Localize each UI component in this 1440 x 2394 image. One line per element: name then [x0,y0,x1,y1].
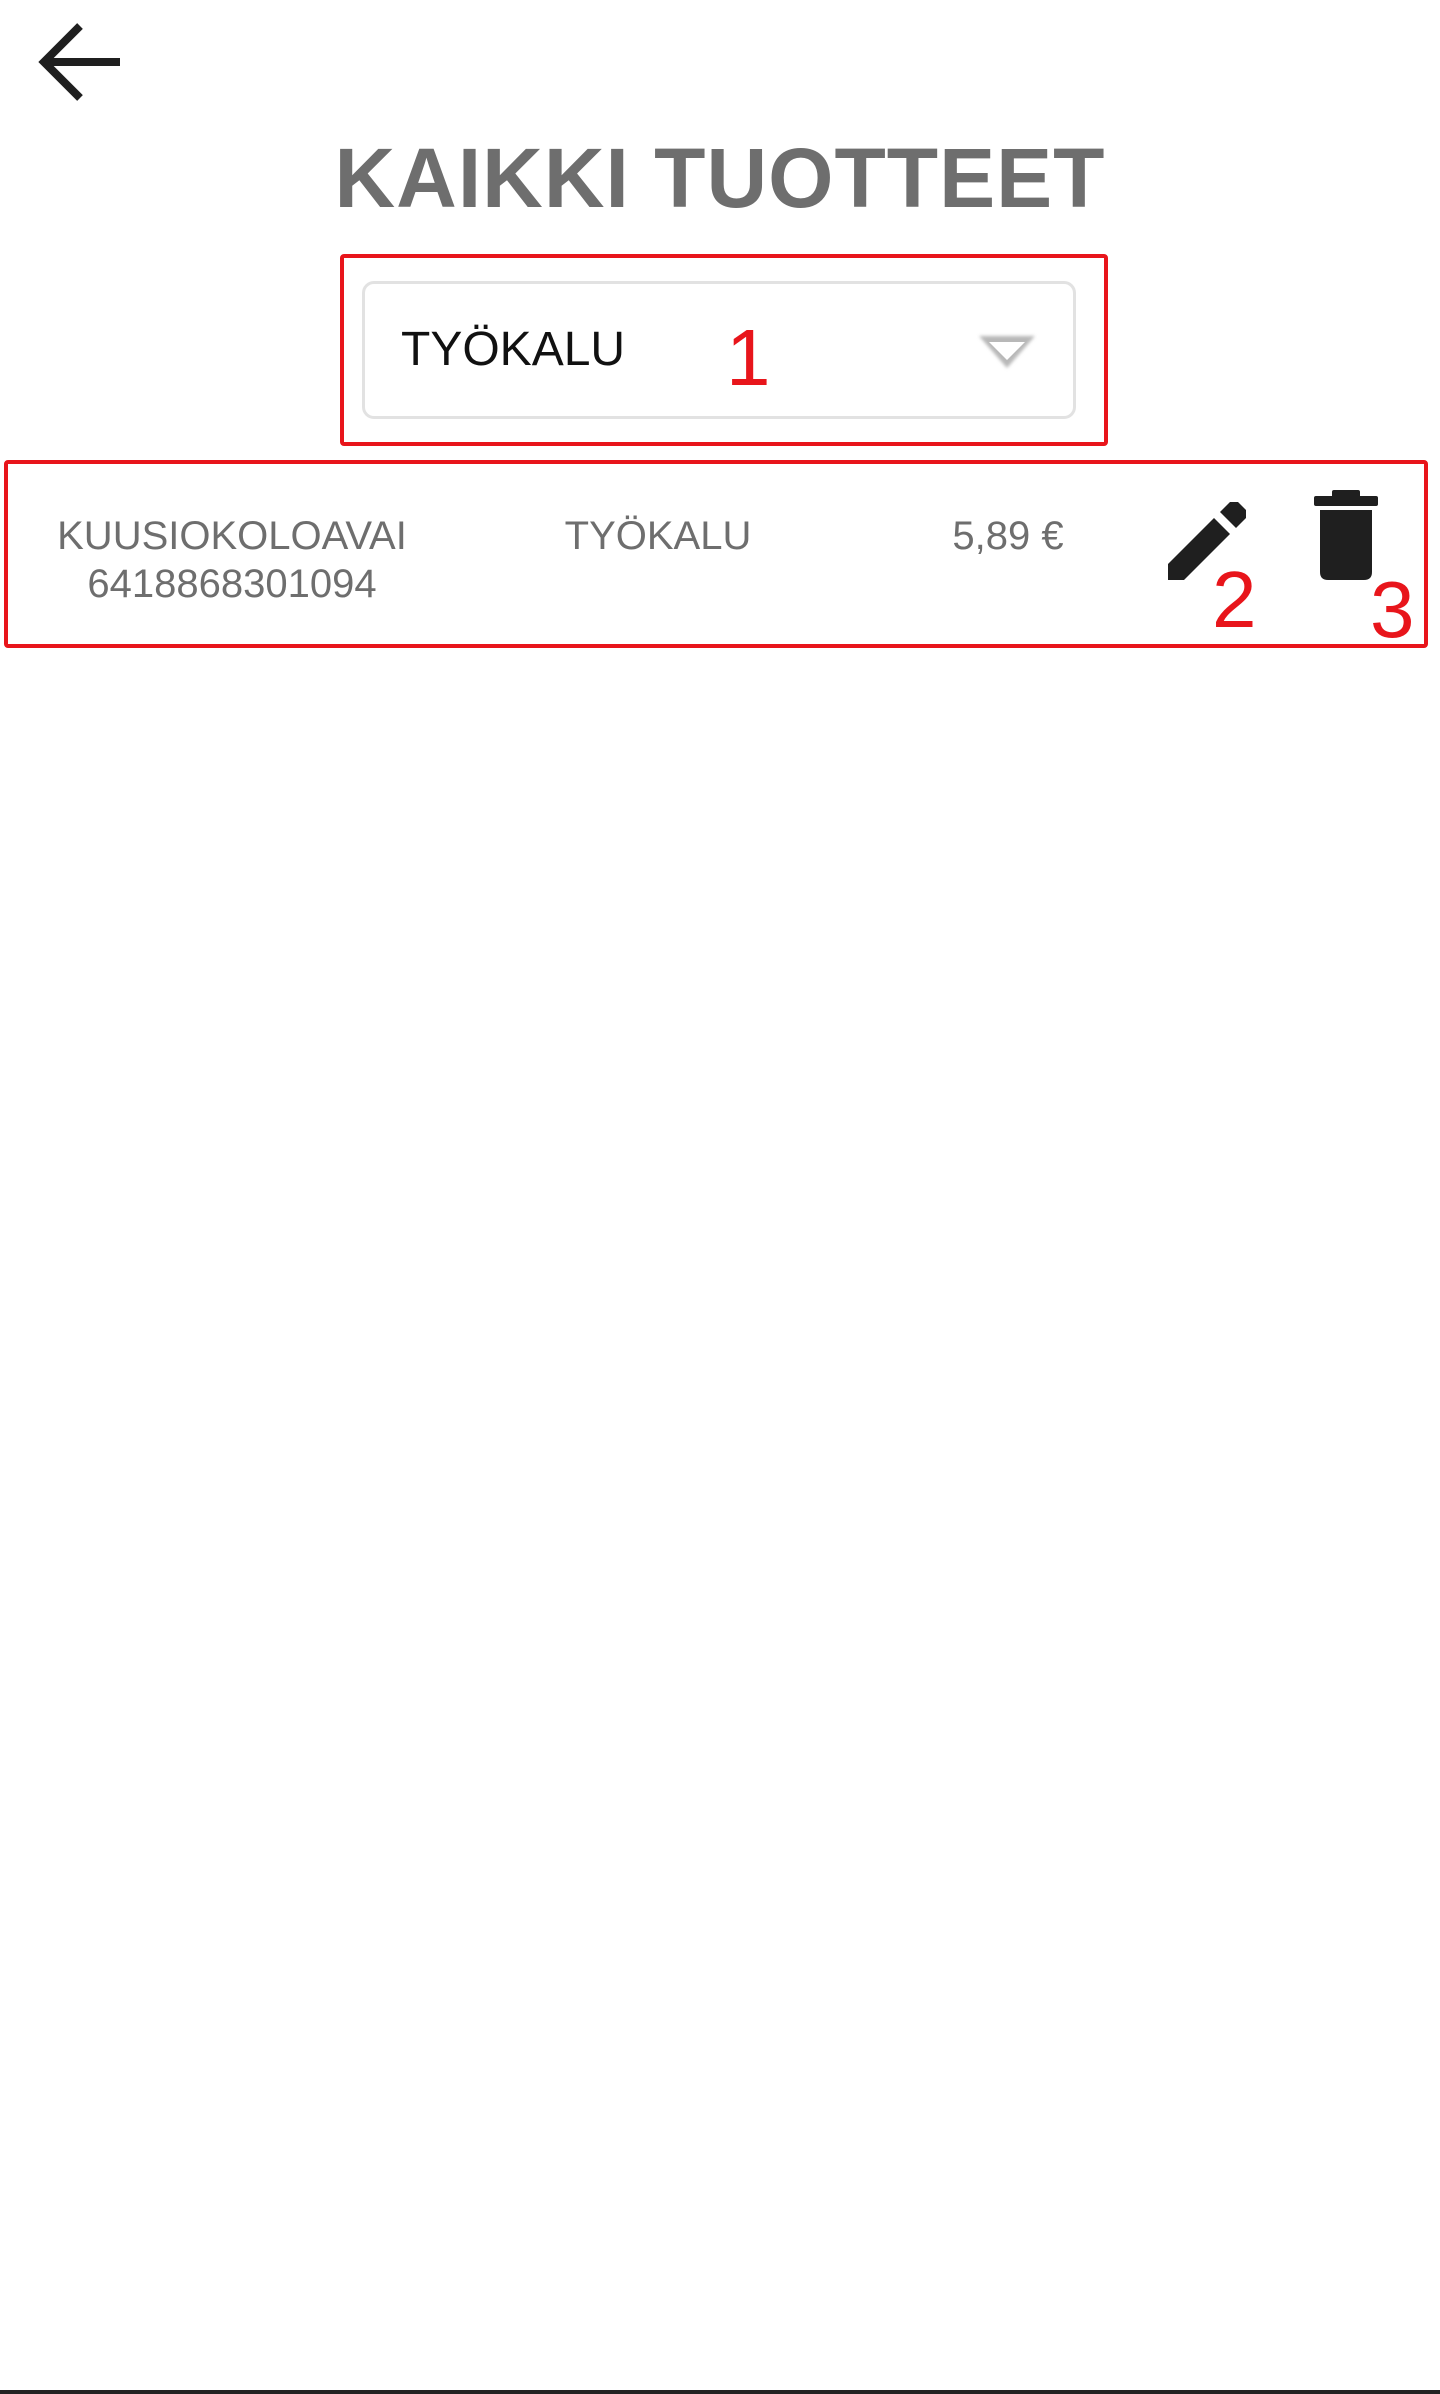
category-dropdown[interactable]: TYÖKALU [362,281,1076,419]
annotation-label-1: 1 [726,313,771,402]
annotation-label-3: 3 [1370,565,1415,654]
triangle-down-icon [979,336,1035,368]
category-dropdown-value: TYÖKALU [401,323,626,376]
back-button[interactable] [28,12,132,112]
arrow-left-icon [38,23,120,101]
page-title: KAIKKI TUOTTEET [334,131,1106,225]
annotation-label-2: 2 [1212,555,1257,644]
product-list-screen: KAIKKI TUOTTEET TYÖKALU 1 KUUSIOKOLOAVAI… [0,0,1440,2394]
product-price: 5,89 € [952,514,1064,558]
product-category: TYÖKALU [564,514,752,558]
bottom-divider [0,2390,1440,2394]
product-barcode: 6418868301094 [87,562,377,606]
product-name: KUUSIOKOLOAVAI [57,514,407,558]
